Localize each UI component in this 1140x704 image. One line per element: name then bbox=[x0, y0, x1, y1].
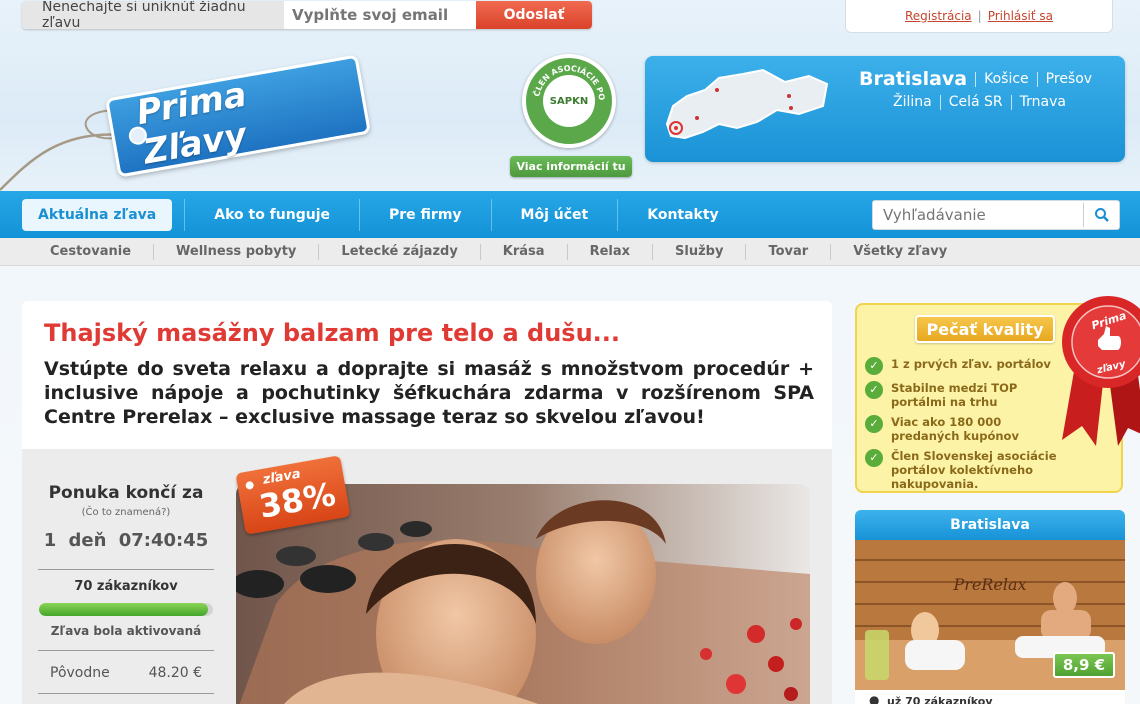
logo[interactable]: Prima Zľavy bbox=[0, 40, 400, 200]
category-items: Cestovanie Wellness pobyty Letecké zájaz… bbox=[28, 238, 969, 266]
search-icon bbox=[1094, 208, 1109, 222]
category-wellness-pobyty[interactable]: Wellness pobyty bbox=[153, 244, 318, 260]
buyers-progress-bar bbox=[39, 603, 213, 616]
main-nav: Aktuálna zľava Ako to funguje Pre firmy … bbox=[0, 191, 1140, 238]
nav-item-moj-ucet[interactable]: Môj účet bbox=[490, 199, 618, 231]
search-button[interactable] bbox=[1083, 203, 1119, 227]
nav-items: Aktuálna zľava Ako to funguje Pre firmy … bbox=[22, 199, 748, 231]
check-icon: ✓ bbox=[865, 415, 883, 433]
check-icon: ✓ bbox=[865, 357, 883, 375]
progress-fill bbox=[39, 603, 208, 616]
search-box bbox=[872, 200, 1120, 230]
buyers-count: 70 zákazníkov bbox=[74, 579, 178, 594]
city-row-1: Bratislava Košice Prešov bbox=[859, 70, 1121, 89]
category-cestovanie[interactable]: Cestovanie bbox=[28, 244, 153, 260]
sapkn-badge[interactable]: ČLEN ASOCIÁCIE PORTÁLOV SAPKN bbox=[522, 54, 616, 148]
city-bratislava[interactable]: Bratislava bbox=[859, 70, 975, 89]
check-icon: ✓ bbox=[865, 449, 883, 467]
city-presov[interactable]: Prešov bbox=[1036, 72, 1100, 87]
quality-title: Pečať kvality bbox=[915, 315, 1055, 343]
newsletter-submit-button[interactable]: Odoslať bbox=[476, 1, 592, 29]
side-deal-box[interactable]: Bratislava PreRelax 8,9 € ● už 70 zákazn… bbox=[855, 510, 1125, 704]
deal-counter: Ponuka končí za (Čo to znamená?) 1 deň 0… bbox=[38, 449, 214, 694]
wax-seal-icon: Prima zľavy bbox=[1062, 296, 1140, 446]
nav-item-pre-firmy[interactable]: Pre firmy bbox=[359, 199, 491, 231]
svg-text:ČLEN ASOCIÁCIE PORTÁLOV: ČLEN ASOCIÁCIE PORTÁLOV bbox=[526, 58, 606, 101]
badge-info-button[interactable]: Viac informácií tu bbox=[510, 156, 632, 177]
city-row-2: Žilina Celá SR Trnava bbox=[859, 95, 1121, 110]
deal-status: Zľava bola aktivovaná bbox=[50, 624, 202, 638]
newsletter-bar: Nenechajte si uniknúť žiadnu zľavu Odosl… bbox=[22, 1, 592, 29]
category-letecke-zajazdy[interactable]: Letecké zájazdy bbox=[318, 244, 479, 260]
countdown-timer: 1 deň 07:40:45 bbox=[43, 530, 209, 551]
divider bbox=[38, 650, 214, 651]
nav-item-ako-to-funguje[interactable]: Ako to funguje bbox=[184, 199, 359, 231]
counter-title: Ponuka končí za bbox=[48, 483, 204, 503]
side-deal-price: 8,9 € bbox=[1053, 652, 1115, 678]
login-link[interactable]: Prihlásiť sa bbox=[988, 9, 1053, 23]
deal-description: Vstúpte do sveta relaxu a doprajte si ma… bbox=[44, 358, 814, 428]
original-price-row: Pôvodne 48.20 € bbox=[38, 665, 214, 681]
city-cela-sr[interactable]: Celá SR bbox=[939, 95, 1011, 110]
divider bbox=[38, 569, 214, 570]
counter-hint-link[interactable]: (Čo to znamená?) bbox=[38, 507, 214, 518]
city-selector: Bratislava Košice Prešov Žilina Celá SR … bbox=[645, 56, 1125, 162]
badge-ring-label: ČLEN ASOCIÁCIE PORTÁLOV bbox=[526, 58, 606, 101]
slovakia-map-icon bbox=[665, 68, 829, 140]
register-link[interactable]: Registrácia bbox=[905, 9, 972, 23]
deal-title[interactable]: Thajský masážny balzam pre telo a dušu..… bbox=[44, 319, 620, 347]
account-box: Registrácia | Prihlásiť sa bbox=[845, 0, 1113, 33]
list-item: ✓ Člen Slovenskej asociácie portálov kole… bbox=[865, 449, 1115, 491]
svg-text:PreRelax: PreRelax bbox=[952, 575, 1026, 594]
side-deal-buyers-text: už 70 zákazníkov bbox=[887, 694, 993, 704]
newsletter-email-input[interactable] bbox=[284, 1, 476, 29]
city-zilina[interactable]: Žilina bbox=[885, 95, 940, 110]
category-krasa[interactable]: Krása bbox=[479, 244, 567, 260]
deal-body: Ponuka končí za (Čo to znamená?) 1 deň 0… bbox=[22, 449, 832, 704]
category-tovar[interactable]: Tovar bbox=[745, 244, 830, 260]
side-deal-buyers: ● už 70 zákazníkov bbox=[863, 690, 1025, 704]
account-separator: | bbox=[977, 9, 982, 23]
check-icon: ✓ bbox=[865, 381, 883, 399]
category-vsetky-zlavy[interactable]: Všetky zľavy bbox=[830, 244, 969, 260]
badge-ring-text: ČLEN ASOCIÁCIE PORTÁLOV bbox=[526, 58, 606, 101]
deal-header: Thajský masážny balzam pre telo a dušu..… bbox=[22, 301, 832, 449]
divider bbox=[38, 693, 214, 694]
city-trnava[interactable]: Trnava bbox=[1010, 95, 1074, 110]
original-price-label: Pôvodne bbox=[50, 665, 110, 681]
nav-item-kontakty[interactable]: Kontakty bbox=[617, 199, 747, 231]
category-nav: Cestovanie Wellness pobyty Letecké zájaz… bbox=[0, 238, 1140, 266]
category-relax[interactable]: Relax bbox=[566, 244, 652, 260]
side-deal-city: Bratislava bbox=[855, 510, 1125, 540]
category-sluzby[interactable]: Služby bbox=[652, 244, 745, 260]
search-input[interactable] bbox=[873, 206, 1083, 224]
users-icon: ● bbox=[869, 693, 880, 704]
original-price-value: 48.20 € bbox=[148, 665, 202, 681]
nav-item-aktualna-zlava[interactable]: Aktuálna zľava bbox=[22, 199, 173, 231]
city-kosice[interactable]: Košice bbox=[975, 72, 1037, 87]
city-links: Bratislava Košice Prešov Žilina Celá SR … bbox=[859, 70, 1121, 118]
newsletter-label: Nenechajte si uniknúť žiadnu zľavu bbox=[22, 1, 284, 29]
tag-hole-icon bbox=[245, 480, 255, 491]
